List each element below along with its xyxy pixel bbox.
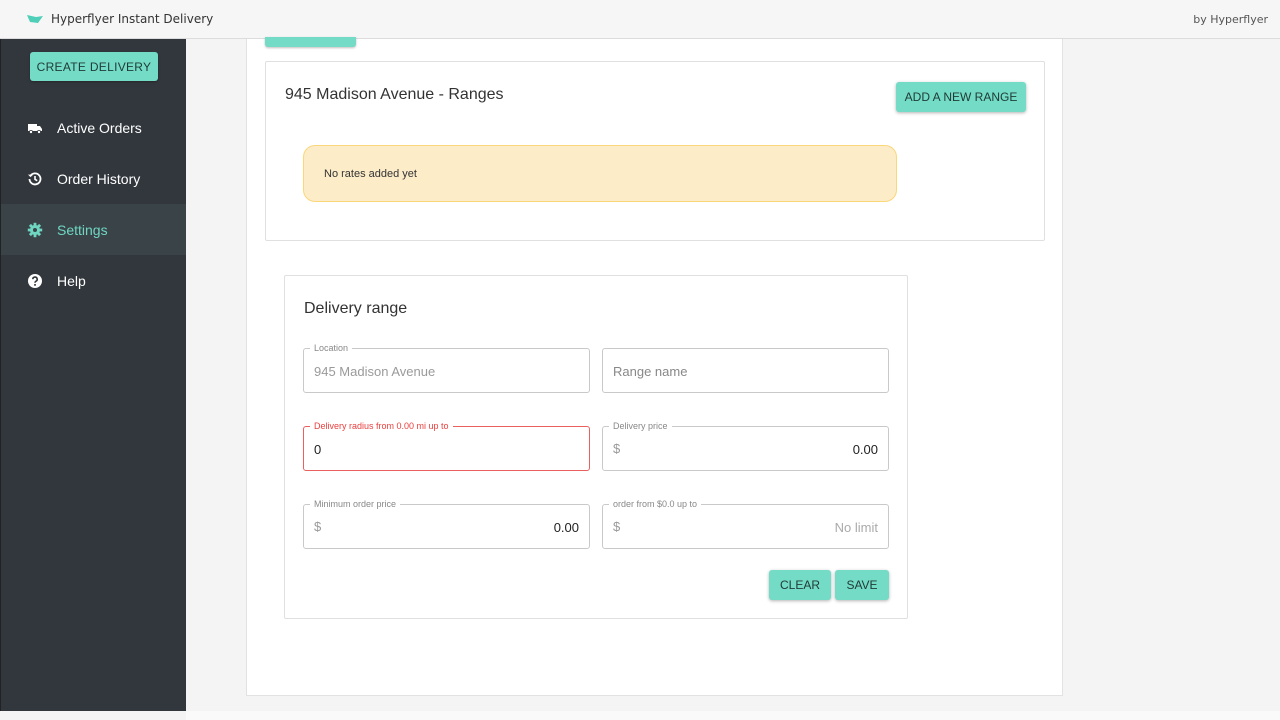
- sidebar-item-label: Help: [57, 273, 86, 289]
- bottom-band: [186, 711, 1280, 720]
- sidebar-item-active-orders[interactable]: Active Orders: [1, 102, 186, 153]
- history-icon: [27, 171, 43, 187]
- delivery-price-field: Delivery price $: [602, 426, 889, 471]
- form-title: Delivery range: [304, 300, 407, 318]
- empty-rates-message: No rates added yet: [324, 168, 417, 180]
- create-delivery-button[interactable]: CREATE DELIVERY: [30, 52, 158, 81]
- order-up-to-field: order from $0.0 up to $: [602, 504, 889, 549]
- sidebar-item-settings[interactable]: Settings: [1, 204, 186, 255]
- location-label: Location: [310, 342, 352, 354]
- sidebar: CREATE DELIVERY Active Orders Order Hist…: [0, 39, 186, 711]
- empty-rates-alert: No rates added yet: [303, 145, 897, 202]
- top-bar: Hyperflyer Instant Delivery by Hyperflye…: [0, 0, 1280, 39]
- ranges-card: 945 Madison Avenue - Ranges ADD A NEW RA…: [265, 61, 1045, 241]
- ranges-title: 945 Madison Avenue - Ranges: [285, 86, 504, 104]
- main-content: 945 Madison Avenue - Ranges ADD A NEW RA…: [246, 39, 1063, 696]
- range-name-input[interactable]: [613, 362, 878, 380]
- sidebar-item-order-history[interactable]: Order History: [1, 153, 186, 204]
- sidebar-item-help[interactable]: Help: [1, 255, 186, 306]
- delivery-price-label: Delivery price: [609, 420, 672, 432]
- min-order-price-input[interactable]: [330, 518, 579, 536]
- bird-icon: [27, 14, 43, 24]
- app-title: Hyperflyer Instant Delivery: [51, 12, 213, 26]
- delivery-radius-input[interactable]: [314, 440, 579, 458]
- sidebar-item-label: Settings: [57, 222, 108, 238]
- dollar-prefix: $: [314, 519, 321, 534]
- min-order-price-label: Minimum order price: [310, 498, 400, 510]
- dollar-prefix: $: [613, 441, 620, 456]
- delivery-price-input[interactable]: [629, 440, 878, 458]
- brand: Hyperflyer Instant Delivery: [27, 12, 213, 26]
- gear-icon: [27, 222, 43, 238]
- sidebar-item-label: Active Orders: [57, 120, 142, 136]
- range-name-field: [602, 348, 889, 393]
- truck-icon: [27, 120, 43, 136]
- sidebar-nav: Active Orders Order History Settings Hel…: [1, 102, 186, 306]
- location-field: Location: [303, 348, 590, 393]
- min-order-price-field: Minimum order price $: [303, 504, 590, 549]
- question-circle-icon: [27, 273, 43, 289]
- save-button[interactable]: SAVE: [835, 570, 889, 600]
- by-line: by Hyperflyer: [1193, 13, 1268, 26]
- dollar-prefix: $: [613, 519, 620, 534]
- delivery-range-form: Delivery range Location Delivery radius …: [284, 275, 908, 619]
- order-up-to-label: order from $0.0 up to: [609, 498, 701, 510]
- location-input: [314, 362, 579, 380]
- clear-button[interactable]: CLEAR: [769, 570, 831, 600]
- partial-button[interactable]: [265, 37, 356, 47]
- delivery-radius-label: Delivery radius from 0.00 mi up to: [310, 420, 453, 432]
- sidebar-item-label: Order History: [57, 171, 140, 187]
- delivery-radius-field: Delivery radius from 0.00 mi up to: [303, 426, 590, 471]
- order-up-to-input[interactable]: [629, 518, 878, 536]
- add-new-range-button[interactable]: ADD A NEW RANGE: [896, 82, 1026, 112]
